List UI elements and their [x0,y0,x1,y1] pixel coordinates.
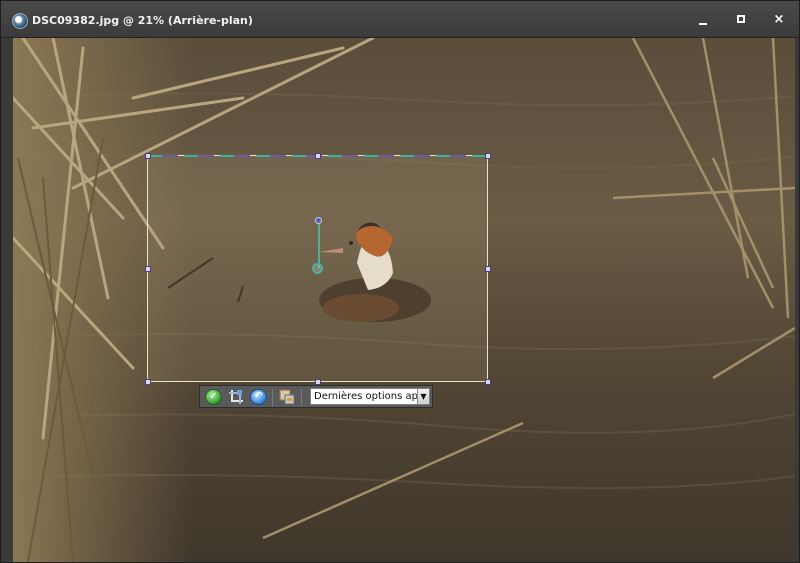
toolbar-separator [301,389,302,406]
commit-crop-button[interactable]: ✓ [205,389,222,405]
close-button[interactable]: × [769,11,789,29]
crop-handle-top-center[interactable] [315,153,321,159]
crop-options-select[interactable]: Dernières options app ▼ [310,388,430,405]
crop-handle-bottom-right[interactable] [485,379,491,385]
straighten-button[interactable] [279,389,295,405]
document-icon [12,13,28,29]
crop-tool-icon [229,390,243,404]
toolbar-separator [272,389,273,406]
document-window: DSC09382.jpg @ 21% (Arrière-plan) × ✓ ↶ … [0,0,800,563]
cancel-crop-button[interactable]: ↶ [250,389,267,405]
checkmark-icon: ✓ [209,391,218,402]
rotate-handle[interactable] [315,217,322,224]
crop-options-toolbar: ✓ ↶ Dernières options app ▼ [199,385,433,408]
crop-marquee[interactable] [145,153,491,385]
image-canvas[interactable]: ✓ ↶ Dernières options app ▼ [13,38,795,562]
crop-tool-button[interactable] [228,389,244,405]
rotate-handle-line [318,220,320,268]
crop-handle-middle-left[interactable] [145,266,151,272]
minimize-button[interactable] [693,11,713,29]
straighten-icon [279,389,295,405]
close-icon: × [773,12,785,27]
crop-options-select-value: Dernières options app [314,391,425,402]
maximize-button[interactable] [731,11,751,29]
dropdown-arrow-icon[interactable]: ▼ [417,389,429,404]
crop-handle-top-right[interactable] [485,153,491,159]
crop-handle-middle-right[interactable] [485,266,491,272]
crop-handle-top-left[interactable] [145,153,151,159]
window-titlebar[interactable]: DSC09382.jpg @ 21% (Arrière-plan) × [1,1,799,38]
rotation-center-point[interactable] [312,263,323,274]
window-title: DSC09382.jpg @ 21% (Arrière-plan) [32,14,253,27]
crop-handle-bottom-left[interactable] [145,379,151,385]
minimize-icon [699,23,707,25]
maximize-icon [737,15,745,23]
cancel-undo-icon: ↶ [254,391,263,402]
